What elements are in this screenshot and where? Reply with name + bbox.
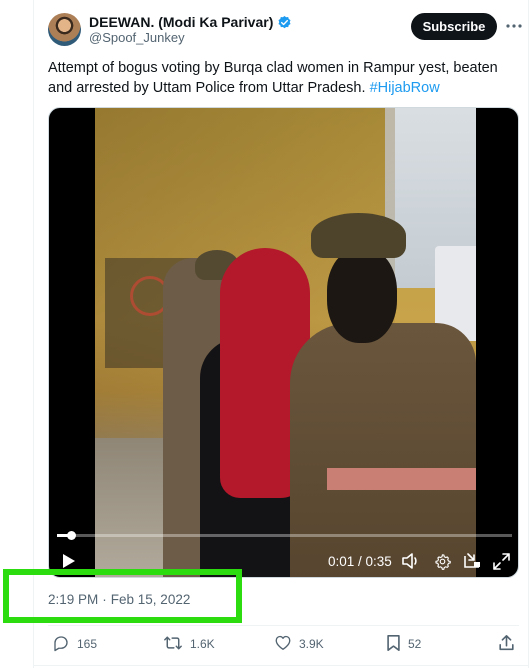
- reply-count: 165: [77, 637, 98, 651]
- timestamp-separator: ·: [102, 592, 107, 607]
- video-officer-body: [290, 323, 476, 577]
- author-name-row[interactable]: DEEWAN. (Modi Ka Parivar): [89, 13, 292, 31]
- video-frame[interactable]: [95, 108, 476, 577]
- timeline-left-border: [33, 0, 34, 668]
- settings-icon[interactable]: [432, 551, 452, 571]
- avatar[interactable]: [48, 13, 81, 46]
- reply-button[interactable]: 165: [52, 634, 97, 654]
- share-icon: [498, 634, 515, 655]
- repost-button[interactable]: 1.6K: [163, 634, 215, 654]
- author-display-name[interactable]: DEEWAN. (Modi Ka Parivar): [89, 14, 273, 30]
- video-time-display: 0:01 / 0:35: [328, 553, 392, 569]
- tweet-timestamp[interactable]: 2:19 PM · Feb 15, 2022: [48, 592, 190, 607]
- tweet-time[interactable]: 2:19 PM: [48, 592, 98, 607]
- video-officer-cap: [311, 213, 406, 258]
- hashtag-link[interactable]: #HijabRow: [370, 80, 440, 96]
- reply-icon: [52, 634, 70, 655]
- volume-icon[interactable]: [401, 551, 421, 571]
- bookmark-button[interactable]: 52: [386, 634, 421, 654]
- actions-divider: [48, 625, 519, 626]
- repost-icon: [163, 634, 183, 655]
- more-options-icon[interactable]: [506, 18, 522, 34]
- video-player[interactable]: 0:01 / 0:35: [48, 107, 519, 578]
- subscribe-button[interactable]: Subscribe: [411, 13, 497, 40]
- video-officer-belt: [327, 468, 476, 490]
- tweet-date[interactable]: Feb 15, 2022: [111, 592, 191, 607]
- like-button[interactable]: 3.9K: [274, 634, 324, 654]
- tweet-bottom-border: [33, 665, 529, 666]
- share-button[interactable]: [498, 634, 515, 654]
- video-progress-handle[interactable]: [67, 531, 76, 540]
- bookmark-count: 52: [408, 637, 422, 651]
- author-handle[interactable]: @Spoof_Junkey: [89, 30, 185, 45]
- bookmark-icon: [386, 634, 401, 655]
- like-count: 3.9K: [299, 637, 324, 651]
- fullscreen-icon[interactable]: [491, 551, 511, 571]
- repost-count: 1.6K: [190, 637, 215, 651]
- picture-in-picture-icon[interactable]: [462, 551, 482, 571]
- heart-icon: [274, 634, 292, 654]
- verified-badge-icon[interactable]: [277, 15, 292, 30]
- tweet-text: Attempt of bogus voting by Burqa clad wo…: [48, 58, 516, 98]
- play-icon[interactable]: [61, 551, 77, 571]
- video-progress-bar[interactable]: [57, 531, 512, 540]
- video-officer-head: [327, 248, 397, 343]
